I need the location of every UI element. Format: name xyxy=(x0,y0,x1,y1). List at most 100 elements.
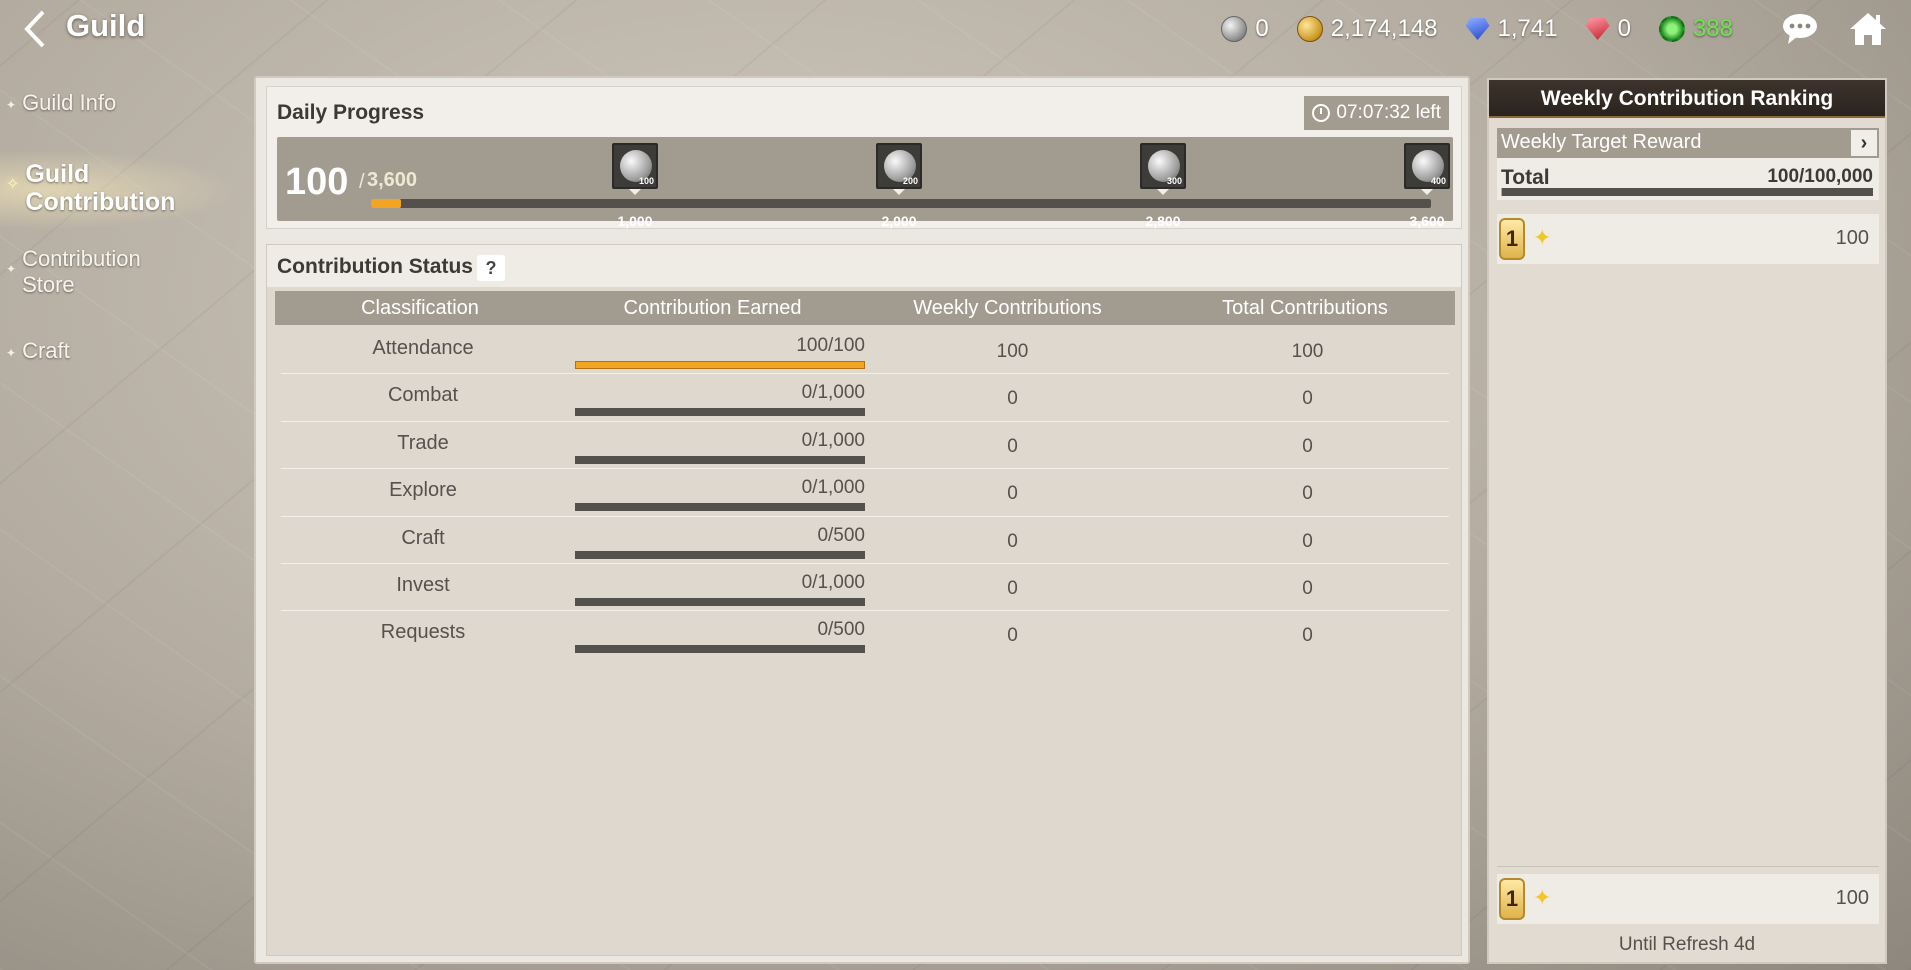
help-button[interactable]: ? xyxy=(477,255,505,281)
my-ranking-entry[interactable]: 1 ✦ 100 xyxy=(1497,874,1879,924)
diamond-bullet-icon: ✦ xyxy=(6,98,17,112)
currency-silver[interactable]: 0 xyxy=(1221,15,1269,43)
row-earned-text: 0/1,000 xyxy=(801,429,865,451)
daily-progress-separator: / xyxy=(359,171,365,193)
timer-text: 07:07:32 left xyxy=(1336,102,1441,123)
sidebar-item-contribution-store[interactable]: ✦ Contribution Store xyxy=(0,246,190,298)
currency-blue-gem[interactable]: 1,741 xyxy=(1465,15,1558,43)
table-row: Attendance 100/100 100 100 xyxy=(281,327,1449,375)
milestone-reward-4[interactable]: 400 3,600 xyxy=(1403,143,1451,229)
sparkle-bullet-icon: ✧ xyxy=(6,176,20,193)
milestone-label: 2,000 xyxy=(881,213,917,229)
total-value: 100/100,000 xyxy=(1767,166,1873,187)
column-header: Classification xyxy=(361,297,479,319)
daily-progress-fill xyxy=(371,199,401,208)
row-earned-bar xyxy=(575,361,865,369)
reward-qty: 300 xyxy=(1166,176,1182,186)
column-header: Total Contributions xyxy=(1222,297,1388,319)
milestone-reward-2[interactable]: 200 2,000 xyxy=(875,143,923,229)
back-button[interactable] xyxy=(14,6,56,52)
row-earned-bar xyxy=(575,503,865,512)
home-icon xyxy=(1850,13,1886,45)
diamond-bullet-icon: ✦ xyxy=(6,262,17,276)
milestone-pointer xyxy=(629,189,641,195)
daily-progress-band: 100 / 3,600 100 1,000 200 2,000 300 2,80… xyxy=(277,137,1453,229)
green-energy-icon xyxy=(1658,16,1685,42)
row-weekly: 100 xyxy=(996,341,1029,362)
rank-medal: 1 xyxy=(1499,878,1525,920)
row-total: 0 xyxy=(1302,625,1313,647)
currency-bar: 0 2,174,148 1,741 0 388 xyxy=(1221,12,1733,46)
ranking-score: 100 xyxy=(1835,227,1869,249)
daily-progress-total: 3,600 xyxy=(367,169,418,191)
table-row: Requests 0/500 0 0 xyxy=(281,611,1449,658)
row-earned-bar xyxy=(575,645,865,654)
row-weekly: 0 xyxy=(1007,577,1018,599)
reward-chest: 100 xyxy=(612,143,658,189)
currency-value: 0 xyxy=(1617,15,1631,42)
sparkle-icon: ✦ xyxy=(1533,225,1552,250)
row-classification: Combat xyxy=(387,384,459,407)
row-total: 0 xyxy=(1302,388,1313,410)
rank-medal: 1 xyxy=(1499,218,1525,260)
daily-progress-bar xyxy=(371,199,1431,208)
row-total: 0 xyxy=(1302,483,1313,505)
row-total: 0 xyxy=(1302,577,1313,599)
row-earned-text: 100/100 xyxy=(796,335,865,356)
table-header: Classification Contribution Earned Weekl… xyxy=(275,291,1455,325)
row-classification: Invest xyxy=(396,573,450,596)
table-row: Invest 0/1,000 0 0 xyxy=(281,564,1449,612)
currency-value: 1,741 xyxy=(1497,15,1558,42)
row-earned-bar xyxy=(575,455,865,464)
sidebar-item-guild-info[interactable]: ✦ Guild Info xyxy=(0,90,116,116)
milestone-reward-3[interactable]: 300 2,800 xyxy=(1139,143,1187,229)
currency-gold[interactable]: 2,174,148 xyxy=(1296,15,1438,43)
ranking-entry[interactable]: 1 ✦ 100 xyxy=(1497,214,1879,264)
milestone-pointer xyxy=(893,189,905,195)
currency-value: 2,174,148 xyxy=(1330,15,1438,42)
red-gem-icon xyxy=(1585,18,1610,40)
refresh-countdown: Until Refresh 4d xyxy=(1618,934,1756,955)
sidebar-item-craft[interactable]: ✦ Craft xyxy=(0,338,70,364)
table-row: Trade 0/1,000 0 0 xyxy=(281,422,1449,470)
sidebar-item-label: Guild Info xyxy=(22,90,117,115)
contribution-status-header: Contribution Status ? xyxy=(267,245,1461,287)
currency-red-gem[interactable]: 0 xyxy=(1585,15,1631,43)
sidebar-item-label: Craft xyxy=(22,338,70,363)
currency-energy[interactable]: 388 xyxy=(1658,15,1733,43)
chevron-right-icon: › xyxy=(1851,130,1877,156)
home-button[interactable] xyxy=(1848,10,1888,48)
milestone-label: 1,000 xyxy=(617,213,653,229)
sidebar-item-label: Guild Contribution xyxy=(25,160,176,216)
sidebar-item-guild-contribution[interactable]: ✧ Guild Contribution xyxy=(0,160,200,216)
weekly-total-row: Total 100/100,000 xyxy=(1497,158,1879,200)
diamond-bullet-icon: ✦ xyxy=(6,346,17,360)
gold-coin-icon xyxy=(1296,16,1323,42)
ranking-title: Weekly Contribution Ranking xyxy=(1489,80,1885,118)
row-earned-text: 0/1,000 xyxy=(801,477,865,499)
ranking-score: 100 xyxy=(1835,887,1869,909)
row-earned-text: 0/500 xyxy=(817,619,865,641)
chat-bubble-icon xyxy=(1783,14,1817,44)
ranking-divider xyxy=(1497,866,1879,867)
daily-progress-section: Daily Progress 07:07:32 left 100 / 3,600… xyxy=(266,86,1462,229)
row-weekly: 0 xyxy=(1007,483,1018,505)
chevron-left-icon xyxy=(24,10,45,48)
column-header: Weekly Contributions xyxy=(913,297,1102,319)
page-title: Guild xyxy=(66,8,146,43)
daily-progress-current: 100 xyxy=(285,161,349,203)
row-earned-bar xyxy=(575,408,865,417)
row-earned-bar xyxy=(575,597,865,606)
clock-icon xyxy=(1312,104,1331,122)
total-label: Total xyxy=(1501,166,1550,189)
weekly-target-reward-button[interactable]: Weekly Target Reward › xyxy=(1497,128,1879,158)
chat-button[interactable] xyxy=(1780,10,1820,48)
milestone-label: 3,600 xyxy=(1409,213,1445,229)
milestone-reward-1[interactable]: 100 1,000 xyxy=(611,143,659,229)
weekly-ranking-panel: Weekly Contribution Ranking Weekly Targe… xyxy=(1487,78,1887,964)
row-weekly: 0 xyxy=(1007,530,1018,552)
currency-value: 0 xyxy=(1255,15,1269,42)
row-weekly: 0 xyxy=(1007,625,1018,647)
contribution-status-title: Contribution Status xyxy=(277,255,473,278)
row-classification: Explore xyxy=(389,479,457,502)
